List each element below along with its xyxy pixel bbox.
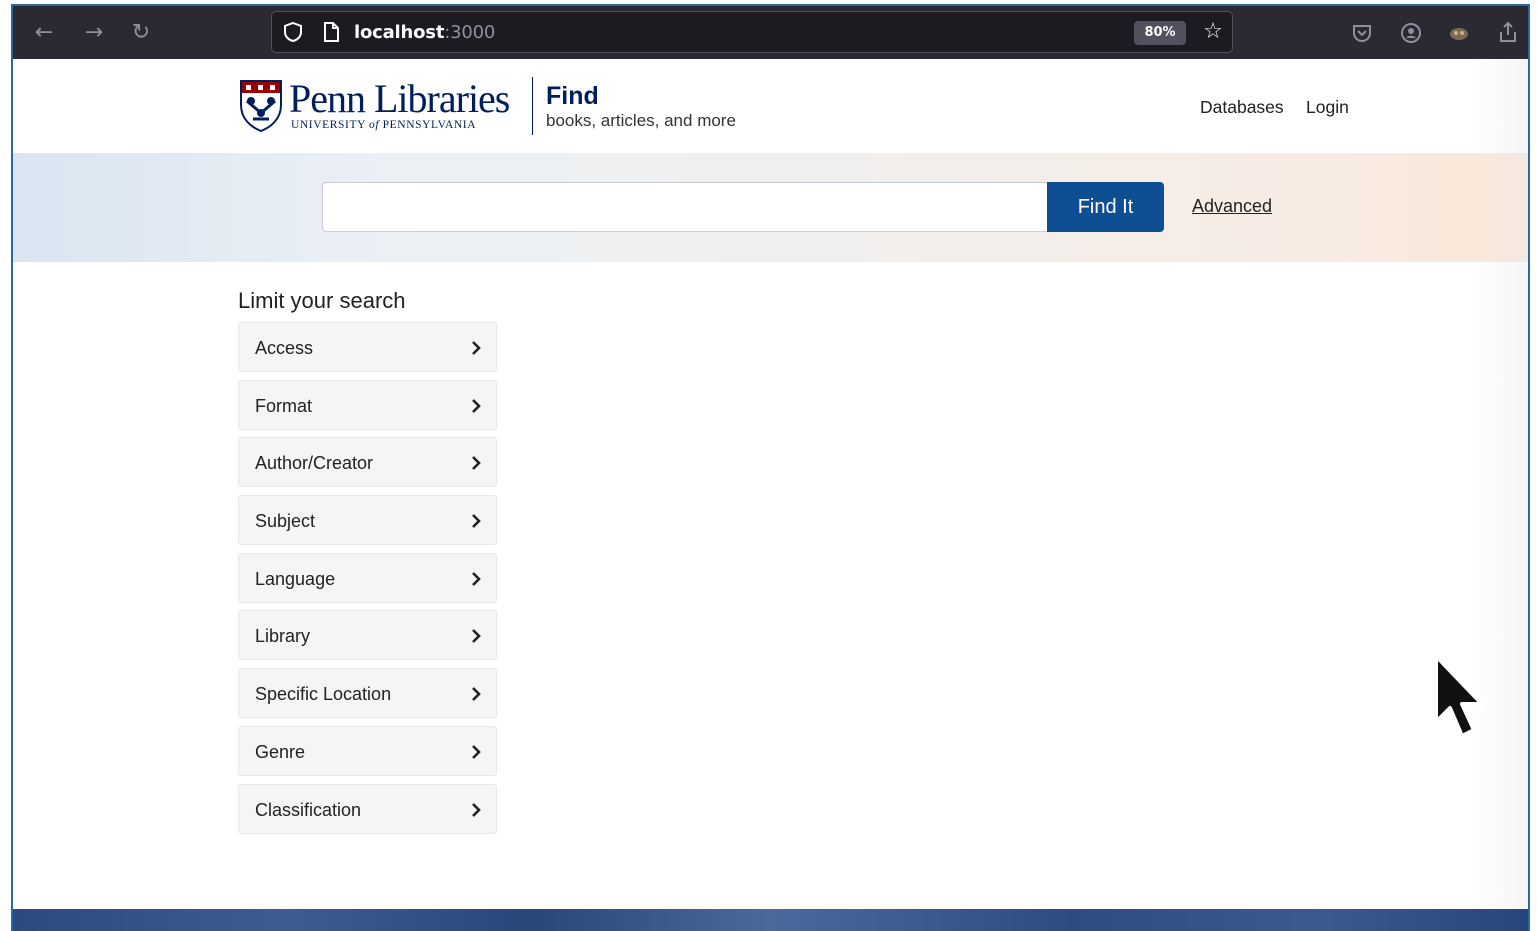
- facet-label: Author/Creator: [255, 453, 374, 474]
- advanced-search-link[interactable]: Advanced: [1192, 196, 1272, 217]
- browser-window: ← → ↻ localhost:3000 80% ☆ Penn Librarie…: [0, 0, 1539, 931]
- forward-icon[interactable]: →: [81, 20, 107, 46]
- site-header: Penn Libraries UNIVERSITY of PENNSYLVANI…: [13, 59, 1528, 153]
- chevron-right-icon: [472, 341, 481, 355]
- chevron-right-icon: [472, 456, 481, 471]
- url-text[interactable]: localhost:3000: [354, 22, 495, 43]
- chevron-right-icon: [472, 744, 481, 759]
- facet-list: Access Format Author/Creator Subject Lan…: [238, 322, 497, 841]
- facet-specific-location[interactable]: Specific Location: [238, 668, 497, 719]
- page-icon[interactable]: [320, 21, 342, 43]
- header-divider: [532, 77, 533, 135]
- share-icon[interactable]: [1495, 20, 1521, 46]
- extension-icon[interactable]: [1446, 20, 1472, 46]
- facet-author-creator[interactable]: Author/Creator: [238, 437, 497, 488]
- facet-label: Format: [255, 395, 313, 416]
- chevron-right-icon: [472, 398, 481, 413]
- pocket-icon[interactable]: [1349, 20, 1375, 46]
- databases-link[interactable]: Databases: [1200, 97, 1284, 118]
- facet-label: Genre: [255, 741, 306, 762]
- browser-toolbar: ← → ↻ localhost:3000 80% ☆: [13, 6, 1528, 59]
- page-subtitle: books, articles, and more: [546, 111, 736, 130]
- facet-label: Specific Location: [255, 684, 392, 705]
- url-port: :3000: [444, 22, 496, 43]
- zoom-indicator[interactable]: 80%: [1134, 21, 1186, 45]
- footer-banner: [13, 909, 1528, 931]
- facet-label: Subject: [255, 511, 316, 532]
- facet-label: Classification: [255, 799, 362, 820]
- back-icon[interactable]: ←: [31, 20, 57, 46]
- chevron-right-icon: [472, 514, 481, 528]
- facet-language[interactable]: Language: [238, 552, 497, 603]
- logo-sub-pennsylvania: PENNSYLVANIA: [379, 119, 477, 131]
- url-host: localhost: [354, 22, 445, 43]
- reload-icon[interactable]: ↻: [128, 20, 154, 46]
- facet-label: Access: [255, 338, 314, 358]
- logo-sub-of: of: [369, 119, 380, 131]
- chevron-right-icon: [472, 629, 481, 644]
- logo-university-line: UNIVERSITY of PENNSYLVANIA: [291, 119, 476, 131]
- login-link[interactable]: Login: [1306, 97, 1349, 118]
- facet-label: Language: [255, 568, 336, 589]
- facet-label: Library: [255, 626, 311, 647]
- account-icon[interactable]: [1398, 20, 1424, 46]
- star-icon[interactable]: ☆: [1200, 19, 1226, 45]
- facet-library[interactable]: Library: [238, 610, 497, 661]
- find-it-button[interactable]: Find It: [1047, 182, 1164, 232]
- chevron-right-icon: [472, 687, 481, 702]
- facet-classification[interactable]: Classification: [238, 783, 497, 834]
- penn-shield-icon: [240, 80, 282, 133]
- address-bar[interactable]: localhost:3000 80% ☆: [271, 11, 1233, 53]
- page-title: Find: [546, 82, 599, 110]
- mouse-cursor-icon: [1434, 654, 1484, 738]
- shield-icon[interactable]: [282, 21, 304, 43]
- chevron-right-icon: [472, 802, 481, 817]
- search-input[interactable]: [322, 182, 1048, 232]
- facet-format[interactable]: Format: [238, 379, 497, 430]
- logo-sub-university: UNIVERSITY: [291, 119, 370, 131]
- facet-genre[interactable]: Genre: [238, 725, 497, 776]
- facet-access[interactable]: Access: [238, 322, 497, 372]
- facet-subject[interactable]: Subject: [238, 495, 497, 546]
- chevron-right-icon: [472, 571, 481, 586]
- limit-search-heading: Limit your search: [238, 288, 406, 313]
- logo-wordmark: Penn Libraries: [289, 76, 510, 121]
- penn-libraries-logo[interactable]: Penn Libraries UNIVERSITY of PENNSYLVANI…: [239, 76, 521, 137]
- search-band: Find It Advanced: [13, 153, 1528, 262]
